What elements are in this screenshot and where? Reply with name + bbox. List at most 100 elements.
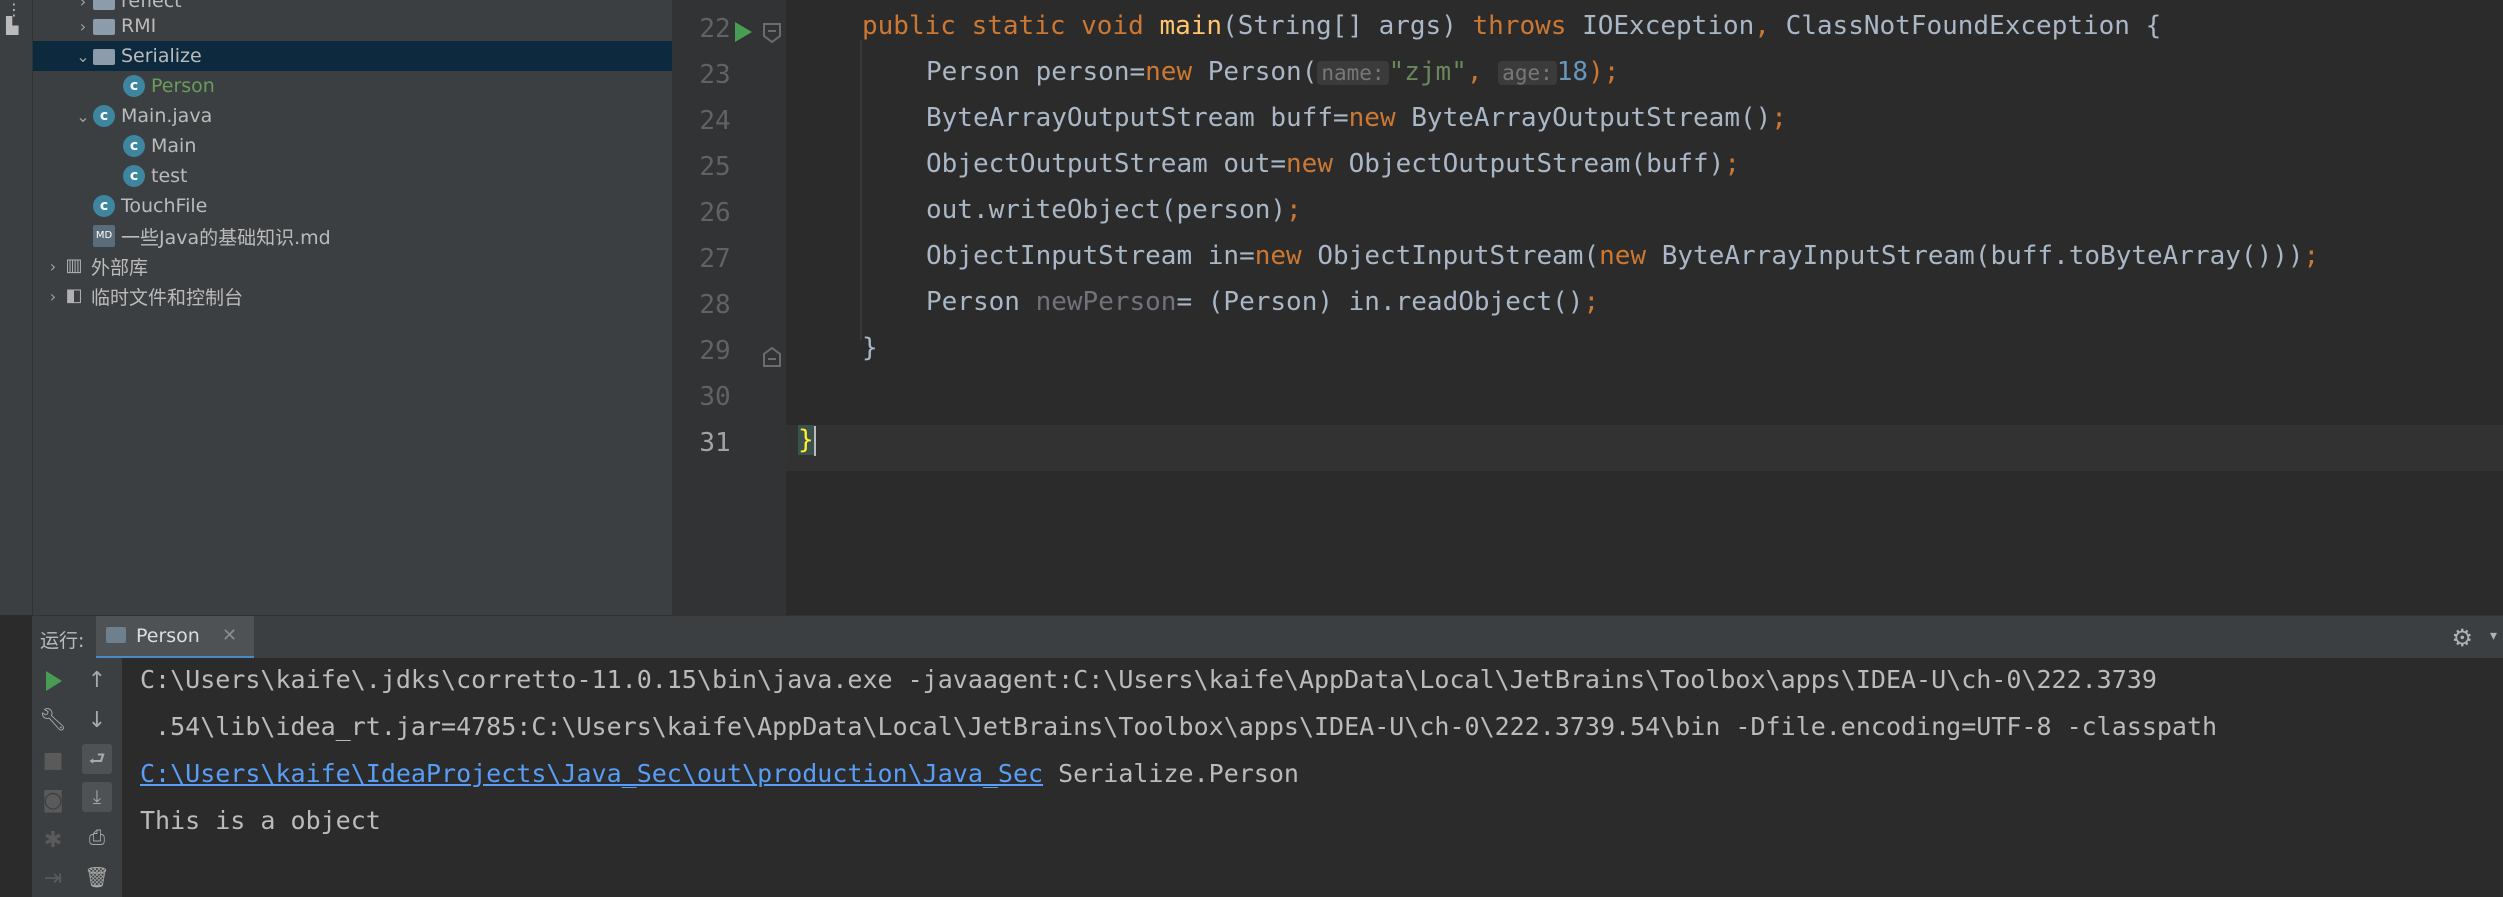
code-text: Person person= — [926, 57, 1146, 87]
code-text: Person — [926, 287, 1036, 317]
run-config-icon — [106, 627, 126, 643]
line-number: 24 — [699, 106, 731, 136]
project-tree: › reflect › RMI ⌄ Serialize c Person ⌄ c Main.java… — [33, 0, 672, 615]
tree-item-label: 一些Java的基础知识.md — [121, 226, 331, 249]
trash-icon[interactable]: 🗑︎ — [82, 862, 112, 892]
chevron-right-icon[interactable]: › — [73, 0, 93, 11]
close-icon[interactable]: ✕ — [222, 625, 237, 646]
indent-guide — [860, 40, 862, 340]
tree-item-label: Person — [151, 75, 215, 97]
console-output[interactable]: C:\Users\kaife\.jdks\corretto-11.0.15\bi… — [122, 658, 2503, 897]
line-number: 26 — [699, 198, 731, 228]
java-file-icon: c — [93, 105, 115, 127]
console-line: C:\Users\kaife\IdeaProjects\Java_Sec\out… — [140, 759, 1299, 788]
keyword: new — [1254, 241, 1302, 271]
punct: , — [1754, 11, 1770, 41]
keyword: new — [1348, 103, 1396, 133]
punct: ; — [1724, 149, 1740, 179]
chevron-right-icon[interactable]: › — [43, 257, 63, 276]
scratch-icon: ◧ — [65, 285, 83, 306]
console-line: .54\lib\idea_rt.jar=4785:C:\Users\kaife\… — [140, 712, 2218, 741]
tree-item-label: 外部库 — [91, 256, 149, 279]
exit-icon: ⇥ — [43, 866, 63, 891]
folder-icon — [93, 19, 115, 35]
classpath-link[interactable]: C:\Users\kaife\IdeaProjects\Java_Sec\out… — [140, 759, 1043, 788]
tree-item-label: TouchFile — [121, 195, 208, 217]
class-icon: c — [93, 195, 115, 217]
rerun-icon[interactable] — [38, 666, 68, 696]
tree-item[interactable]: › ◧ 临时文件和控制台 — [33, 281, 672, 311]
code-text: Person( — [1192, 57, 1318, 87]
soft-wrap-icon[interactable]: ⮐ — [82, 744, 112, 774]
exception: ClassNotFoundException { — [1769, 11, 2162, 41]
punct: ); — [1588, 57, 1620, 87]
up-arrow-icon[interactable]: ↑ — [82, 666, 112, 696]
code-line-24: ByteArrayOutputStream buff=new ByteArray… — [926, 103, 2503, 149]
chevron-right-icon[interactable]: › — [43, 287, 63, 306]
code-editor[interactable]: public static void main(String[] args) t… — [786, 0, 2503, 615]
folder-icon — [93, 49, 115, 65]
tree-item[interactable]: c test — [33, 161, 672, 191]
bookmark-tab-icon[interactable]: ▙ — [6, 16, 18, 35]
run-main-icon[interactable] — [732, 20, 754, 44]
wrench-icon[interactable]: 🔧︎ — [38, 706, 68, 736]
class-icon: c — [123, 135, 145, 157]
tree-item[interactable]: c Main — [33, 131, 672, 161]
tree-item-label: Main — [151, 135, 197, 157]
tree-item[interactable]: ⌄ Serialize — [33, 41, 672, 71]
code-line-28: Person newPerson= (Person) in.readObject… — [926, 287, 2503, 333]
folder-icon — [93, 0, 115, 10]
method-name: main — [1159, 11, 1223, 41]
param-hint: name: — [1317, 61, 1389, 85]
line-number: 27 — [699, 244, 731, 274]
tree-item[interactable]: MD 一些Java的基础知识.md — [33, 221, 672, 251]
fold-marker-icon[interactable] — [762, 346, 782, 368]
chevron-right-icon[interactable]: › — [73, 17, 93, 36]
keyword: throws — [1472, 11, 1567, 41]
keyword: public — [862, 11, 956, 41]
matched-brace: } — [798, 425, 814, 455]
code-line-27: ObjectInputStream in=new ObjectInputStre… — [926, 241, 2503, 287]
scroll-to-end-icon[interactable]: ⤓ — [82, 782, 112, 812]
keyword: static — [971, 11, 1066, 41]
markdown-file-icon: MD — [93, 225, 115, 247]
line-number: 31 — [699, 428, 731, 458]
camera-icon: ◙ — [42, 788, 64, 813]
gear-icon[interactable]: ⚙ — [2451, 624, 2473, 652]
tree-item-label: Main.java — [121, 105, 213, 127]
library-icon: ▥ — [65, 255, 83, 276]
stop-icon: ■ — [42, 748, 64, 773]
down-arrow-icon[interactable]: ↓ — [82, 706, 112, 736]
tree-item-label: Serialize — [121, 45, 202, 67]
code-text: ObjectOutputStream out= — [926, 149, 1287, 179]
console-line: C:\Users\kaife\.jdks\corretto-11.0.15\bi… — [140, 665, 2157, 694]
run-toolbar: 🔧︎ ■ ◙ ✱ ⇥ ↑ ↓ ⮐ ⤓ ⎙ 🗑︎ — [32, 658, 122, 897]
tree-item[interactable]: c Person — [33, 71, 672, 101]
print-icon[interactable]: ⎙ — [82, 822, 112, 852]
code-line-23: Person person=new Person(name: "zjm", age… — [926, 57, 2503, 103]
code-line-31: } — [786, 425, 2503, 471]
run-tab-person[interactable]: Person ✕ — [96, 616, 254, 659]
code-line-29: } — [862, 333, 2503, 379]
tree-item[interactable]: c TouchFile — [33, 191, 672, 221]
keyword: new — [1599, 241, 1647, 271]
chevron-down-icon[interactable]: ⌄ — [73, 107, 93, 126]
code-text: ObjectInputStream in= — [926, 241, 1255, 271]
params: (String[] args) — [1222, 11, 1473, 41]
tree-item[interactable]: › ▥ 外部库 — [33, 251, 672, 281]
console-text: Serialize.Person — [1043, 759, 1299, 788]
tree-item[interactable]: › RMI — [33, 11, 672, 41]
debug-icon: ✱ — [43, 828, 63, 853]
tree-item[interactable]: ⌄ c Main.java — [33, 101, 672, 131]
param-hint: age: — [1498, 61, 1557, 85]
code-text: = (Person) in.readObject() — [1176, 287, 1584, 317]
tree-item-label: 临时文件和控制台 — [91, 286, 244, 309]
class-icon: c — [123, 165, 145, 187]
code-line-26: out.writeObject(person); — [926, 195, 2503, 241]
punct: ; — [1286, 195, 1302, 225]
string-literal: "zjm" — [1388, 57, 1467, 87]
chevron-down-icon[interactable]: ⌄ — [73, 47, 93, 66]
chevron-down-icon[interactable]: ▾ — [2490, 628, 2497, 644]
line-number: 28 — [699, 290, 731, 320]
fold-marker-icon[interactable] — [762, 22, 782, 44]
